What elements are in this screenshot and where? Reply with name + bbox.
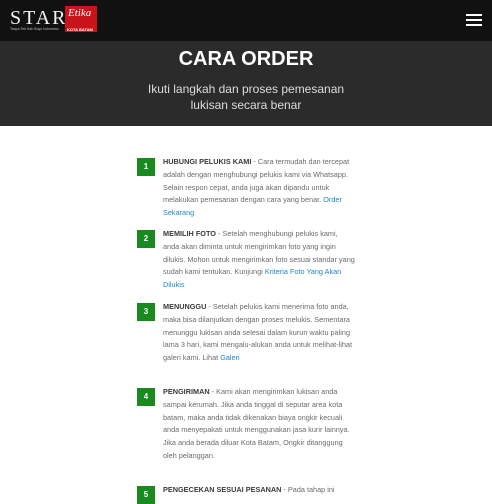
- page-header: CARA ORDER Ikuti langkah dan proses peme…: [0, 41, 492, 126]
- step-body: - Setelah pelukis kami menerima foto and…: [163, 302, 353, 363]
- step-heading: MEMILIH FOTO: [163, 229, 216, 238]
- step-number-badge: 2: [137, 230, 155, 248]
- step-number-badge: 1: [137, 158, 155, 176]
- step-description: PENGECEKAN SESUAI PESANAN - Pada tahap i…: [163, 484, 355, 497]
- step-description: MEMILIH FOTO - Setelah menghubungi peluk…: [163, 228, 355, 292]
- step-description: PENGIRIMAN - Kami akan mengirimkan lukis…: [163, 386, 355, 463]
- gallery-link[interactable]: Galeri: [220, 353, 239, 362]
- logo-city: KOTA BATAM: [67, 27, 93, 32]
- menu-bar: [466, 14, 482, 16]
- top-navbar: START Etika Tanpa Teh Kah Boyo Indonesia…: [0, 0, 492, 41]
- step-heading: HUBUNGI PELUKIS KAMI: [163, 157, 252, 166]
- page-subtitle: Ikuti langkah dan proses pemesanan lukis…: [147, 82, 345, 112]
- step-heading: PENGIRIMAN: [163, 387, 210, 396]
- step-description: HUBUNGI PELUKIS KAMI - Cara termudah dan…: [163, 156, 355, 220]
- brand-logo[interactable]: START Etika Tanpa Teh Kah Boyo Indonesia…: [10, 6, 100, 36]
- logo-script: Etika: [68, 7, 92, 19]
- hamburger-icon[interactable]: [466, 12, 484, 28]
- order-steps: 1 HUBUNGI PELUKIS KAMI - Cara termudah d…: [0, 126, 492, 504]
- step-number-badge: 5: [137, 486, 155, 504]
- step-description: MENUNGGU - Setelah pelukis kami menerima…: [163, 301, 355, 365]
- menu-bar: [466, 24, 482, 26]
- step-number-badge: 3: [137, 303, 155, 321]
- menu-bar: [466, 19, 482, 21]
- step-body: - Kami akan mengirimkan lukisan anda sam…: [163, 387, 350, 460]
- step-heading: MENUNGGU: [163, 302, 207, 311]
- step-number-badge: 4: [137, 388, 155, 406]
- page-title: CARA ORDER: [178, 48, 314, 70]
- logo-tagline: Tanpa Teh Kah Boyo Indonesia: [10, 27, 59, 31]
